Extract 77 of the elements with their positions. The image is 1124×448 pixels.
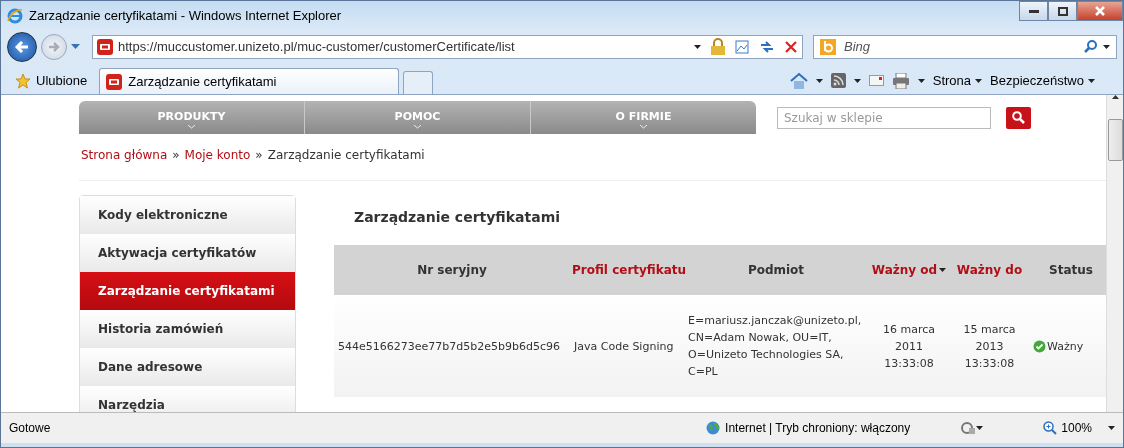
browser-logo-icon xyxy=(7,7,23,24)
table-cell-text: Ważny xyxy=(1047,338,1084,355)
arrow-left-icon xyxy=(15,40,29,53)
minimize-icon xyxy=(1028,9,1039,13)
zoom-button[interactable]: 100% xyxy=(1043,421,1092,435)
search-input[interactable]: Bing xyxy=(842,38,1078,55)
sidebar-item[interactable]: Zarządzanie certyfikatami xyxy=(80,272,295,310)
window-title: Zarządzanie certyfikatami - Windows Internet Explorer xyxy=(29,8,342,23)
home-icon[interactable] xyxy=(789,72,808,89)
compatibility-view-icon[interactable] xyxy=(735,39,749,54)
column-header: Status xyxy=(1029,245,1106,295)
dropdown-arrow-icon[interactable] xyxy=(976,426,984,430)
favorites-button[interactable]: Ulubione xyxy=(7,67,96,94)
sidebar-item[interactable]: Kody elektroniczne xyxy=(80,196,295,234)
address-field[interactable]: https://muccustomer.unizeto.pl/muc-customer/customerCertificate/list xyxy=(92,34,803,59)
site-logo-icon xyxy=(97,38,113,55)
padlock-icon xyxy=(711,38,725,55)
breadcrumb-link[interactable]: Moje konto xyxy=(184,148,251,162)
column-header: Podmiot xyxy=(684,245,868,295)
table-cell: E=mariusz.janczak@unizeto.pl, CN=Adam Nowak, OU=IT, O=Unizeto Technologies SA, C=PL xyxy=(688,314,862,378)
search-provider-logo-icon xyxy=(820,38,836,55)
scroll-up-icon[interactable] xyxy=(1111,95,1119,99)
status-text: Gotowe xyxy=(9,421,51,435)
close-button[interactable] xyxy=(1077,1,1123,21)
browser-tab[interactable]: Zarządzanie certyfikatami xyxy=(99,68,400,94)
minimize-button[interactable] xyxy=(1019,1,1048,21)
breadcrumb-separator: » xyxy=(255,148,263,162)
sort-arrow-icon xyxy=(939,268,947,272)
printer-icon[interactable] xyxy=(891,72,910,89)
stop-icon[interactable] xyxy=(785,40,797,53)
shop-search-field[interactable]: Szukaj w sklepie xyxy=(777,106,991,129)
address-url: https://muccustomer.unizeto.pl/muc-customer/customerCertificate/list xyxy=(118,39,516,54)
restore-icon xyxy=(1057,6,1068,16)
table-cell: 15 marca 2013 13:33:08 xyxy=(963,322,1016,370)
command-menu[interactable]: Bezpieczeństwo xyxy=(990,73,1095,88)
search-field[interactable]: Bing xyxy=(813,34,1117,59)
breadcrumb-link[interactable]: Strona główna xyxy=(81,148,168,162)
dropdown-arrow-icon[interactable] xyxy=(853,78,861,83)
table-cell: 544e5166273ee77b7d5b2e5b9b6d5c96 xyxy=(338,339,560,353)
dropdown-arrow-icon[interactable] xyxy=(975,78,983,83)
refresh-icon[interactable] xyxy=(759,39,775,54)
dropdown-arrow-icon[interactable] xyxy=(1103,44,1110,49)
dropdown-arrow-icon[interactable] xyxy=(1108,426,1115,430)
page-heading: Zarządzanie certyfikatami xyxy=(354,209,562,225)
chevron-down-icon xyxy=(640,124,647,129)
column-header: Nr seryjny xyxy=(334,245,570,295)
sortable-column-header[interactable]: Ważny od xyxy=(868,245,950,295)
feed-icon[interactable] xyxy=(830,73,846,88)
search-icon xyxy=(1012,111,1025,124)
sortable-column-header[interactable]: Profil certyfikatu xyxy=(570,245,684,295)
chevron-down-icon xyxy=(188,124,195,129)
maximize-button[interactable] xyxy=(1048,1,1077,21)
check-circle-icon xyxy=(1033,339,1046,353)
breadcrumb-current: Zarządzanie certyfikatami xyxy=(267,148,425,162)
sortable-column-header[interactable]: Ważny do xyxy=(950,245,1029,295)
command-menu[interactable]: Strona xyxy=(932,73,983,88)
scrollbar-thumb[interactable] xyxy=(1107,119,1123,161)
security-zone: Internet | Tryb chroniony: włączony xyxy=(725,421,911,435)
site-logo-icon xyxy=(106,73,123,90)
globe-icon xyxy=(706,421,721,435)
back-button[interactable] xyxy=(7,31,37,62)
search-icon[interactable] xyxy=(1084,40,1097,53)
search-button[interactable] xyxy=(1006,106,1031,129)
zoom-icon xyxy=(1043,421,1058,435)
dropdown-arrow-icon[interactable] xyxy=(815,78,823,83)
dropdown-arrow-icon[interactable] xyxy=(917,78,925,83)
arrow-right-icon xyxy=(48,41,60,52)
breadcrumb-separator: » xyxy=(172,148,180,162)
dropdown-arrow-icon[interactable] xyxy=(1088,78,1095,83)
close-icon xyxy=(1095,6,1105,16)
mail-icon[interactable] xyxy=(868,75,884,86)
table-cell: 16 marca 2011 13:33:08 xyxy=(883,322,935,370)
dropdown-arrow-icon[interactable] xyxy=(694,44,701,49)
table-cell: Java Code Signing xyxy=(574,339,674,353)
chevron-down-icon xyxy=(414,124,421,129)
protected-mode-icon[interactable] xyxy=(960,421,977,435)
star-icon xyxy=(15,72,31,89)
